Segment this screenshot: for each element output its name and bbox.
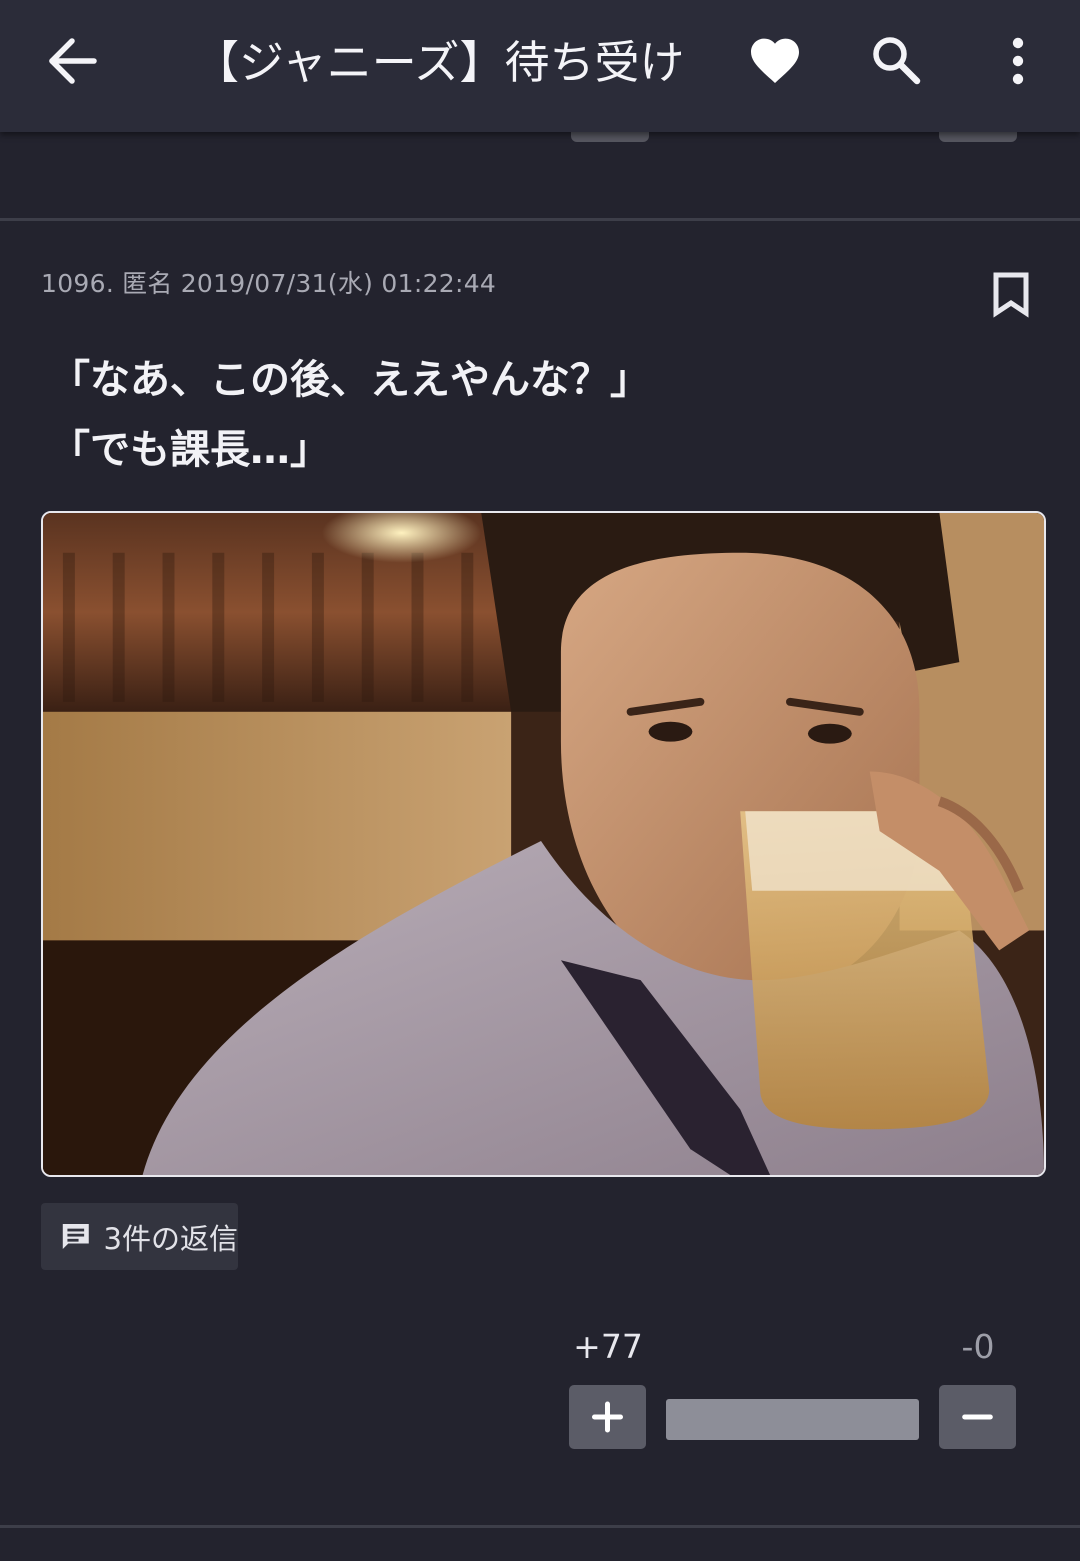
post-body: 「なあ、この後、ええやんな？」 「でも課長…」 (50, 345, 1030, 485)
post-meta: 1096. 匿名 2019/07/31(水) 01:22:44 (41, 264, 496, 304)
post-divider (0, 218, 1080, 221)
thread-page: 【ジャニーズ】待ち受け… 1096. 匿名 2019/07/31(水) 01:22:… (0, 0, 1080, 1561)
page-title: 【ジャニーズ】待ち受け… (194, 36, 684, 89)
more-vertical-icon[interactable] (998, 34, 1038, 88)
plus-vote-button[interactable] (569, 1385, 646, 1449)
search-icon[interactable] (868, 32, 924, 88)
post-datetime: 2019/07/31(水) 01:22:44 (180, 269, 497, 298)
post-divider (0, 1525, 1080, 1528)
heart-icon[interactable] (748, 34, 802, 88)
comment-icon (62, 1223, 89, 1249)
replies-button[interactable]: 3件の返信 (41, 1203, 238, 1270)
vote-ratio-fill (666, 1399, 919, 1440)
photo-man-drinking-beer (43, 513, 1044, 1175)
post-author: 匿名 (122, 269, 173, 298)
replies-label: 3件の返信 (103, 1221, 238, 1256)
minus-vote-button[interactable] (939, 1385, 1016, 1449)
post-text-line: 「でも課長…」 (50, 427, 330, 473)
post-number: 1096. (41, 269, 115, 298)
minus-icon (962, 1414, 993, 1420)
plus-vote-count: +77 (573, 1327, 643, 1366)
plus-icon (592, 1401, 623, 1433)
arrow-back-icon[interactable] (46, 36, 98, 86)
post-text-line: 「なあ、この後、ええやんな？」 (50, 357, 650, 403)
bookmark-outline-icon[interactable] (990, 270, 1032, 318)
app-bar: 【ジャニーズ】待ち受け… (0, 0, 1080, 132)
post-image[interactable] (41, 511, 1046, 1177)
minus-vote-count: -0 (961, 1327, 995, 1366)
vote-ratio-bar (666, 1399, 919, 1440)
